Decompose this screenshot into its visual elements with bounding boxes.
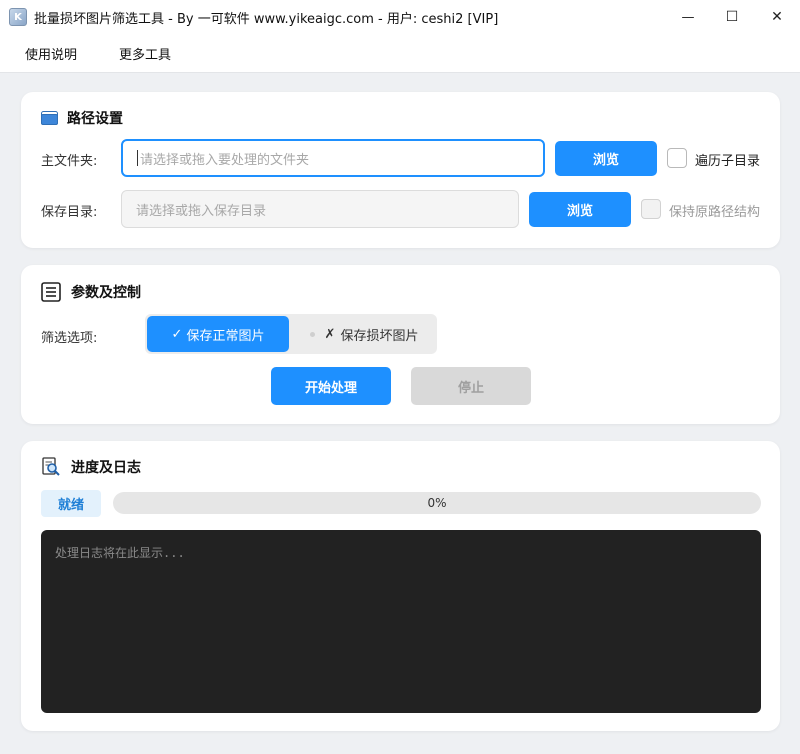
params-title: 参数及控制 (71, 285, 141, 301)
maximize-button[interactable]: ☐ (709, 0, 755, 34)
params-card: 参数及控制 筛选选项: ✓ 保存正常图片 ✗ 保存损坏图片 开始处理 停止 (21, 265, 780, 424)
option-keep-normal-label: 保存正常图片 (186, 328, 265, 344)
save-dir-placeholder: 请选择或拖入保存目录 (136, 203, 267, 219)
main-folder-placeholder: 请选择或拖入要处理的文件夹 (140, 152, 310, 168)
params-heading: 参数及控制 (41, 282, 141, 302)
save-dir-input[interactable]: 请选择或拖入保存目录 (121, 190, 519, 228)
start-button[interactable]: 开始处理 (271, 367, 391, 405)
option-keep-damaged[interactable]: ✗ 保存损坏图片 (293, 316, 435, 352)
log-output[interactable]: 处理日志将在此显示... (41, 530, 761, 713)
close-button[interactable]: ✕ (754, 0, 800, 34)
progress-card: 进度及日志 就绪 0% 处理日志将在此显示... (21, 441, 780, 731)
progress-percent: 0% (427, 496, 447, 510)
status-badge: 就绪 (41, 490, 101, 517)
minimize-button[interactable]: — (665, 0, 711, 34)
path-settings-card: 路径设置 主文件夹: 请选择或拖入要处理的文件夹 浏览 遍历子目录 保存目录: … (21, 92, 780, 248)
text-caret (137, 150, 138, 166)
path-settings-heading: 路径设置 (41, 108, 123, 128)
main-folder-browse-button[interactable]: 浏览 (555, 141, 657, 176)
log-placeholder: 处理日志将在此显示... (55, 546, 185, 560)
menu-item-usage[interactable]: 使用说明 (25, 44, 77, 63)
option-keep-normal[interactable]: ✓ 保存正常图片 (147, 316, 289, 352)
menu-bar: 使用说明 更多工具 (0, 34, 800, 73)
title-bar: K 批量损坏图片筛选工具 - By 一可软件 www.yikeaigc.com … (0, 0, 800, 34)
window-title: 批量损坏图片筛选工具 - By 一可软件 www.yikeaigc.com - … (34, 11, 499, 27)
filter-options-label: 筛选选项: (41, 331, 98, 346)
folder-icon (41, 111, 58, 125)
save-dir-label: 保存目录: (41, 205, 98, 220)
search-document-icon (42, 457, 60, 476)
progress-heading: 进度及日志 (41, 457, 141, 477)
progress-bar: 0% (113, 492, 761, 514)
list-icon (41, 282, 61, 302)
main-folder-label: 主文件夹: (41, 154, 98, 169)
keep-structure-checkbox[interactable] (641, 199, 661, 219)
main-folder-input[interactable]: 请选择或拖入要处理的文件夹 (121, 139, 545, 177)
check-mark-icon: ✓ (171, 326, 183, 342)
menu-item-more-tools[interactable]: 更多工具 (119, 44, 171, 63)
recurse-subdirs-label: 遍历子目录 (695, 154, 761, 169)
cross-mark-icon: ✗ (324, 326, 336, 342)
progress-title: 进度及日志 (71, 460, 141, 476)
recurse-subdirs-checkbox[interactable] (667, 148, 687, 168)
path-settings-title: 路径设置 (67, 111, 123, 127)
filter-options-toggle: ✓ 保存正常图片 ✗ 保存损坏图片 (145, 314, 437, 354)
keep-structure-label: 保持原路径结构 (669, 205, 761, 220)
save-dir-browse-button[interactable]: 浏览 (529, 192, 631, 227)
radio-dot-icon (309, 331, 315, 337)
option-keep-damaged-label: 保存损坏图片 (340, 328, 419, 344)
app-icon: K (9, 8, 27, 26)
stop-button[interactable]: 停止 (411, 367, 531, 405)
